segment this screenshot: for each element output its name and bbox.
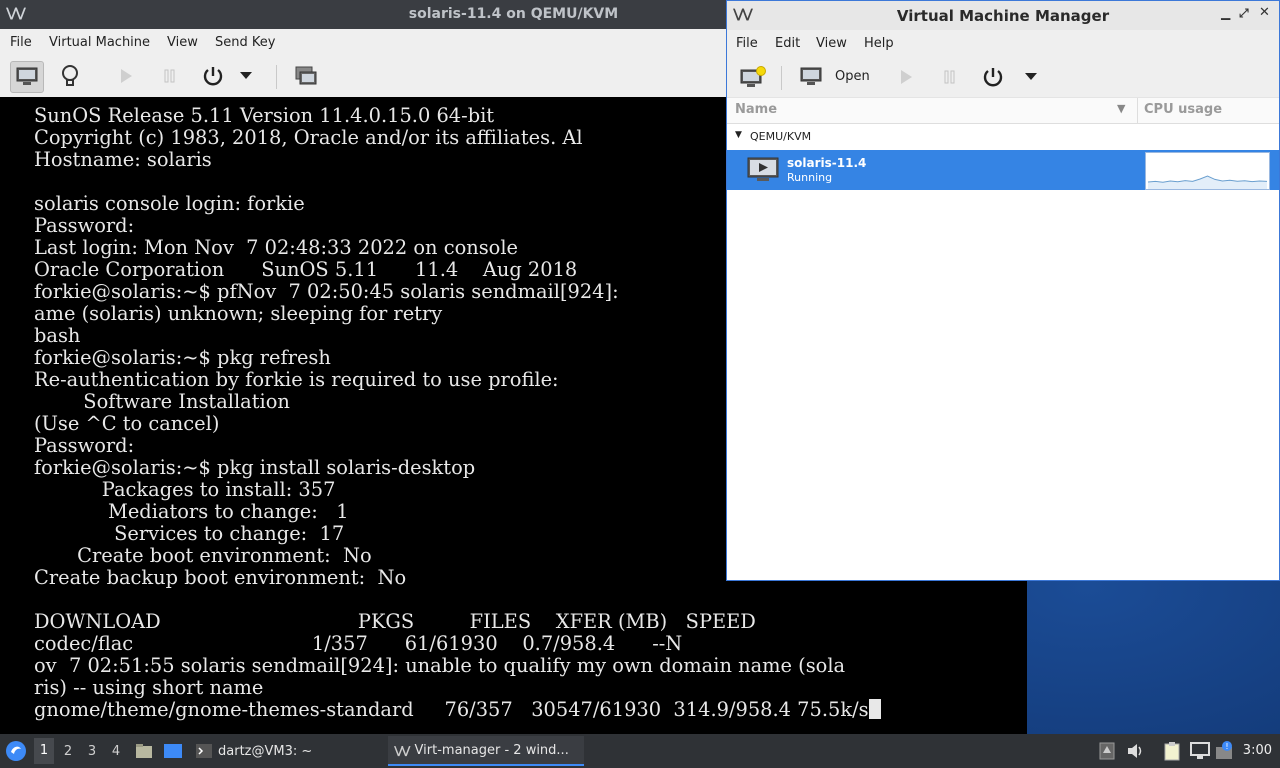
vmm-menubar: File Edit View Help (727, 30, 1279, 57)
toolbar-divider (781, 66, 782, 90)
task-terminal[interactable]: dartz@VM3: ~ (190, 736, 318, 766)
connection-label: QEMU/KVM (750, 130, 812, 143)
workspace-3[interactable]: 3 (82, 744, 102, 759)
vmm-toolbar: Open (727, 57, 1279, 97)
menu-file[interactable]: File (10, 35, 32, 50)
menu-view[interactable]: View (167, 35, 198, 50)
virt-manager-logo-icon: ⋁⋁ (394, 743, 410, 757)
column-header-name[interactable]: Name (735, 102, 777, 117)
app-menu-button[interactable] (5, 734, 27, 768)
pause-button[interactable] (934, 62, 966, 92)
menu-edit[interactable]: Edit (775, 36, 800, 51)
pause-icon (944, 70, 955, 84)
new-vm-button[interactable] (737, 62, 769, 92)
vmm-title: Virtual Machine Manager (896, 7, 1110, 25)
close-icon[interactable]: ✕ (1259, 5, 1270, 20)
shutdown-button[interactable] (977, 62, 1009, 92)
cpu-usage-sparkline (1147, 175, 1268, 189)
open-button-label[interactable]: Open (835, 69, 870, 84)
clipboard-icon[interactable] (1163, 734, 1181, 768)
menu-send-key[interactable]: Send Key (215, 35, 275, 50)
workspace-1[interactable]: 1 (34, 738, 54, 764)
vm-running-icon (747, 157, 779, 187)
workspace-4[interactable]: 4 (106, 744, 126, 759)
pause-button[interactable] (154, 61, 186, 91)
vm-list-row[interactable]: solaris-11.4 Running (727, 150, 1279, 190)
toolbar-divider (276, 65, 277, 89)
menu-file[interactable]: File (736, 36, 758, 51)
svg-text:!: ! (1225, 742, 1228, 751)
snapshots-icon (295, 66, 317, 85)
shutdown-menu-button[interactable] (236, 61, 256, 91)
chevron-down-icon (1025, 73, 1037, 80)
play-icon (901, 70, 912, 84)
file-manager-launcher[interactable] (135, 734, 153, 768)
task-label: Virt-manager - 2 wind... (414, 742, 569, 758)
vm-status: Running (787, 171, 833, 184)
show-details-button[interactable] (54, 61, 86, 91)
run-button[interactable] (890, 62, 922, 92)
pause-icon (164, 69, 175, 83)
new-vm-icon (740, 66, 766, 87)
workspace-2[interactable]: 2 (58, 744, 78, 759)
maximize-icon[interactable]: ⤢ (1239, 6, 1249, 21)
play-icon (121, 69, 132, 83)
snapshots-button[interactable] (290, 61, 322, 91)
cpu-usage-area (1148, 176, 1267, 189)
menu-help[interactable]: Help (864, 36, 894, 51)
taskbar: 1 2 3 4 dartz@VM3: ~ ⋁⋁ Virt-manager - 2… (0, 734, 1280, 768)
virtual-machine-manager-window: ⋁⋁ Virtual Machine Manager ▁ ⤢ ✕ File Ed… (726, 0, 1280, 581)
sort-chevron-down-icon[interactable]: ▼ (1117, 102, 1125, 115)
run-button[interactable] (110, 61, 142, 91)
connection-group-row[interactable]: ▼ QEMU/KVM (727, 123, 1279, 149)
volume-icon[interactable] (1127, 734, 1145, 768)
display-icon[interactable] (1190, 734, 1210, 768)
show-desktop-button[interactable] (163, 734, 183, 768)
power-icon (983, 68, 1003, 87)
shutdown-menu-button[interactable] (1021, 62, 1041, 92)
menu-virtual-machine[interactable]: Virtual Machine (49, 35, 150, 50)
terminal-icon (196, 744, 212, 758)
column-divider[interactable] (1137, 98, 1138, 123)
cpu-usage-graph (1145, 152, 1270, 190)
monitor-icon (800, 67, 822, 85)
start-menu-icon (6, 741, 26, 761)
column-header-cpu-usage[interactable]: CPU usage (1144, 102, 1222, 117)
task-virt-manager[interactable]: ⋁⋁ Virt-manager - 2 wind... (388, 736, 584, 766)
vm-name: solaris-11.4 (787, 156, 867, 170)
notification-icon[interactable]: ! (1215, 734, 1235, 768)
tray-network-icon[interactable] (1099, 734, 1115, 768)
expander-down-icon[interactable]: ▼ (735, 130, 742, 140)
minimize-icon[interactable]: ▁ (1221, 6, 1230, 20)
vmm-titlebar[interactable]: ⋁⋁ Virtual Machine Manager ▁ ⤢ ✕ (727, 1, 1279, 30)
text-cursor (868, 699, 881, 719)
monitor-icon (16, 67, 38, 85)
taskbar-clock[interactable]: 3:00 (1243, 743, 1272, 758)
chevron-down-icon (240, 72, 252, 79)
shutdown-button[interactable] (197, 61, 229, 91)
vm-list-header: Name ▼ CPU usage (727, 97, 1279, 124)
desktop-icon (164, 744, 182, 758)
power-icon (203, 67, 223, 86)
menu-view[interactable]: View (816, 36, 847, 51)
show-console-button[interactable] (10, 61, 44, 93)
open-vm-button[interactable] (795, 62, 827, 92)
folder-icon (136, 744, 152, 758)
task-label: dartz@VM3: ~ (218, 743, 313, 759)
lightbulb-icon (62, 65, 78, 86)
